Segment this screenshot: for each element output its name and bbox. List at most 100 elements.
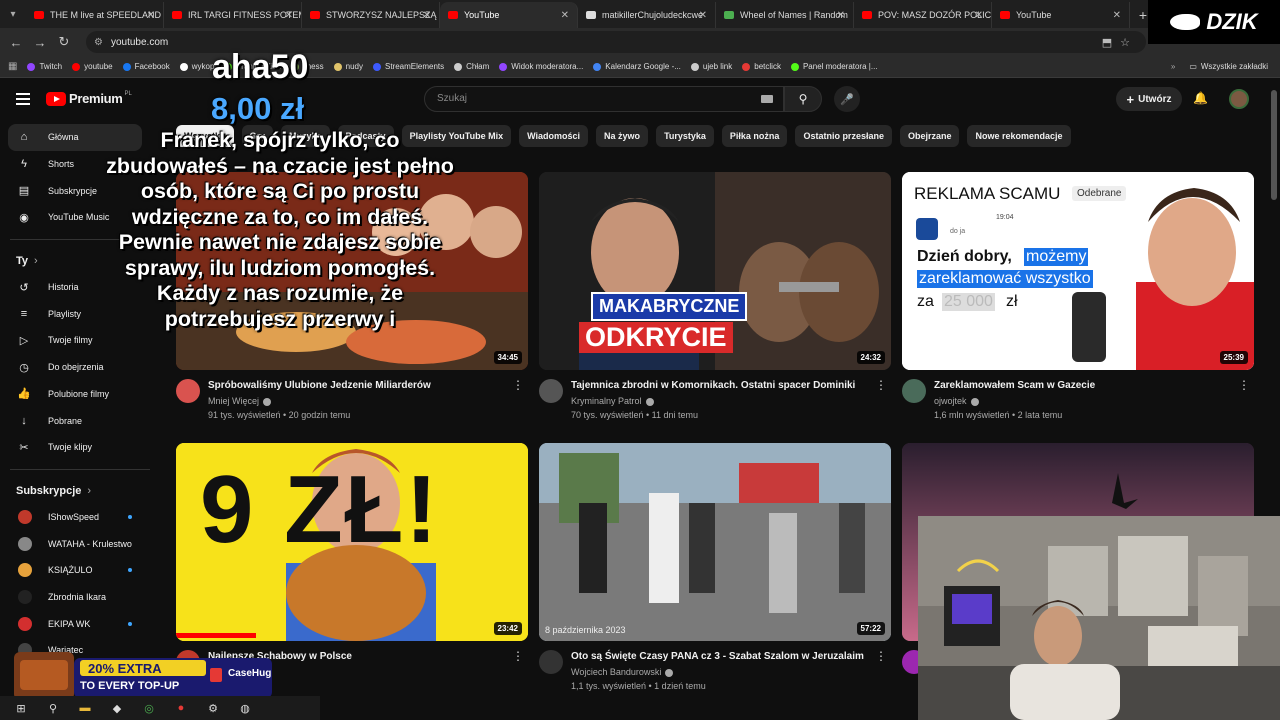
browser-tab[interactable]: STWORZYSZ NAJLEPSZĄ ✕ bbox=[302, 2, 440, 28]
back-icon[interactable]: ← bbox=[4, 35, 28, 50]
subscription-item[interactable]: EKIPA WK bbox=[0, 610, 160, 637]
voice-search-button[interactable]: 🎤 bbox=[834, 86, 860, 112]
bookmark-item[interactable]: nudy bbox=[333, 62, 363, 71]
tab-close-icon[interactable]: ✕ bbox=[1113, 10, 1121, 21]
sidebar-item[interactable]: 👍 Polubione filmy bbox=[0, 381, 160, 408]
tab-close-icon[interactable]: ✕ bbox=[423, 10, 431, 21]
video-title[interactable]: Zareklamowałem Scam w Gazecie bbox=[934, 380, 1095, 391]
browser-tab[interactable]: THE M live at SPEEDLAND ✕ bbox=[26, 2, 164, 28]
more-options-icon[interactable]: ⋮ bbox=[512, 378, 524, 392]
video-title[interactable]: Oto są Święte Czasy PANA cz 3 - Szabat S… bbox=[571, 651, 864, 662]
scrollbar[interactable] bbox=[1271, 90, 1277, 200]
bookmark-item[interactable]: betclick bbox=[742, 62, 781, 71]
subscription-item[interactable]: WATAHA - Krulestwo bbox=[0, 530, 160, 557]
menu-icon[interactable] bbox=[16, 93, 30, 105]
filter-chip[interactable]: Nowe rekomendacje bbox=[967, 125, 1071, 147]
bookmark-item[interactable]: Panel moderatora |... bbox=[790, 62, 878, 71]
video-card[interactable]: 8 października 2023 57:22 Oto są Święte Cz… bbox=[539, 443, 891, 701]
tab-close-icon[interactable]: ✕ bbox=[561, 10, 569, 21]
browser-tab[interactable]: YouTube ✕ bbox=[440, 2, 578, 28]
taskbar-app-icon[interactable]: ◍ bbox=[234, 700, 256, 716]
browser-tab[interactable]: YouTube ✕ bbox=[992, 2, 1130, 28]
filter-chip[interactable]: Obejrzane bbox=[899, 125, 960, 147]
subscription-item[interactable]: KSIĄŻULO bbox=[0, 557, 160, 584]
browser-tab[interactable]: Wheel of Names | Random ✕ bbox=[716, 2, 854, 28]
video-title[interactable]: Tajemnica zbrodni w Komornikach. Ostatni… bbox=[571, 380, 855, 391]
more-options-icon[interactable]: ⋮ bbox=[512, 649, 524, 663]
browser-tab[interactable]: IRL TARGI FITNESS POTEM ✕ bbox=[164, 2, 302, 28]
site-info-icon[interactable]: ⚙ bbox=[94, 37, 103, 48]
video-thumbnail[interactable]: MAKABRYCZNE ODKRYCIE 24:32 bbox=[539, 172, 891, 370]
sidebar-item[interactable]: ◷ Do obejrzenia bbox=[0, 354, 160, 381]
install-icon[interactable]: ⬒ bbox=[1102, 37, 1120, 49]
video-thumbnail[interactable]: 8 października 2023 57:22 bbox=[539, 443, 891, 641]
browser-tab[interactable]: matikillerChujoludeckcwe ✕ bbox=[578, 2, 716, 28]
youtube-logo[interactable]: Premium PL bbox=[46, 91, 132, 106]
video-card[interactable]: REKLAMA SCAMU Odebrane 19:04 do ja Dzień dob… bbox=[902, 172, 1254, 430]
reload-icon[interactable]: ↻ bbox=[52, 34, 76, 50]
bookmark-item[interactable]: Widok moderatora... bbox=[499, 62, 583, 71]
channel-name[interactable]: Kryminalny Patrol bbox=[571, 396, 654, 406]
subscription-item[interactable]: Zbrodnia Ikara bbox=[0, 584, 160, 611]
channel-avatar[interactable] bbox=[539, 379, 563, 403]
chrome-icon[interactable]: ◎ bbox=[138, 700, 160, 716]
bookmark-item[interactable]: youtube bbox=[72, 62, 113, 71]
taskbar-app-icon[interactable]: ◆ bbox=[106, 700, 128, 716]
taskbar-app-icon[interactable]: ● bbox=[170, 700, 192, 716]
bookmark-star-icon[interactable]: ☆ bbox=[1120, 37, 1138, 49]
video-title[interactable]: Spróbowaliśmy Ulubione Jedzenie Miliarde… bbox=[208, 380, 431, 391]
sidebar-item[interactable]: ↓ Pobrane bbox=[0, 407, 160, 434]
subscription-item[interactable]: IShowSpeed bbox=[0, 504, 160, 531]
filter-chip[interactable]: Ostatnio przesłane bbox=[795, 125, 892, 147]
create-label: Utwórz bbox=[1138, 93, 1172, 105]
subscriptions-section-header[interactable]: Subskrypcje › bbox=[0, 478, 160, 504]
tab-close-icon[interactable]: ✕ bbox=[699, 10, 707, 21]
account-avatar[interactable] bbox=[1229, 89, 1249, 109]
settings-icon[interactable]: ⚙ bbox=[202, 700, 224, 716]
tab-close-icon[interactable]: ✕ bbox=[975, 10, 983, 21]
taskbar-search-icon[interactable]: ⚲ bbox=[42, 700, 64, 716]
filter-chip[interactable]: Piłka nożna bbox=[721, 125, 788, 147]
search-button[interactable]: ⚲ bbox=[784, 86, 822, 112]
more-options-icon[interactable]: ⋮ bbox=[1238, 378, 1250, 392]
apps-icon[interactable]: ▦ bbox=[8, 61, 17, 72]
sidebar-item-label: Subskrypcje bbox=[48, 185, 98, 196]
bookmark-item[interactable]: StreamElements bbox=[373, 62, 444, 71]
search-input[interactable]: Szukaj bbox=[424, 86, 784, 112]
tab-close-icon[interactable]: ✕ bbox=[147, 10, 155, 21]
browser-tab[interactable]: POV: MASZ DOZÓR POLIC ✕ bbox=[854, 2, 992, 28]
bookmark-item[interactable]: Kalendarz Google -... bbox=[593, 62, 681, 71]
more-options-icon[interactable]: ⋮ bbox=[875, 649, 887, 663]
bookmark-item[interactable]: wykop bbox=[179, 62, 214, 71]
channel-avatar[interactable] bbox=[902, 379, 926, 403]
windows-start-icon[interactable]: ⊞ bbox=[10, 700, 32, 716]
filter-chip[interactable]: Wiadomości bbox=[519, 125, 589, 147]
tab-close-icon[interactable]: ✕ bbox=[285, 10, 293, 21]
bookmark-item[interactable]: Chłam bbox=[454, 62, 489, 71]
all-bookmarks-button[interactable]: ▭ Wszystkie zakładki bbox=[1189, 62, 1268, 71]
filter-chip[interactable]: Na żywo bbox=[596, 125, 649, 147]
video-thumbnail[interactable]: 9 ZŁ! 23:42 bbox=[176, 443, 528, 641]
more-bookmarks-icon[interactable]: » bbox=[1171, 62, 1175, 71]
channel-name[interactable]: ojwojtek bbox=[934, 396, 979, 406]
bookmark-item[interactable]: Facebook bbox=[122, 62, 170, 71]
tab-close-icon[interactable]: ✕ bbox=[837, 10, 845, 21]
filter-chip[interactable]: Turystyka bbox=[656, 125, 714, 147]
keyboard-icon[interactable] bbox=[761, 95, 773, 103]
create-button[interactable]: + Utwórz bbox=[1116, 87, 1182, 111]
tab-search-icon[interactable]: ▾ bbox=[0, 0, 26, 28]
channel-name[interactable]: Wojciech Bandurowski bbox=[571, 667, 674, 677]
video-card[interactable]: MAKABRYCZNE ODKRYCIE 24:32 Tajemnica zbrodn… bbox=[539, 172, 891, 430]
channel-avatar[interactable] bbox=[176, 379, 200, 403]
channel-name[interactable]: Mniej Więcej bbox=[208, 396, 272, 406]
video-thumbnail[interactable]: REKLAMA SCAMU Odebrane 19:04 do ja Dzień dob… bbox=[902, 172, 1254, 370]
channel-avatar[interactable] bbox=[539, 650, 563, 674]
sidebar-item[interactable]: ✂ Twoje klipy bbox=[0, 434, 160, 461]
bookmark-item[interactable]: Twitch bbox=[27, 62, 62, 71]
bookmark-item[interactable]: ujeb link bbox=[690, 62, 732, 71]
notifications-icon[interactable]: 🔔 bbox=[1193, 91, 1208, 105]
more-options-icon[interactable]: ⋮ bbox=[875, 378, 887, 392]
file-explorer-icon[interactable]: ▬ bbox=[74, 700, 96, 716]
promo-banner[interactable]: 20% EXTRA TO EVERY TOP-UP CaseHug bbox=[14, 648, 278, 702]
forward-icon[interactable]: → bbox=[28, 35, 52, 50]
